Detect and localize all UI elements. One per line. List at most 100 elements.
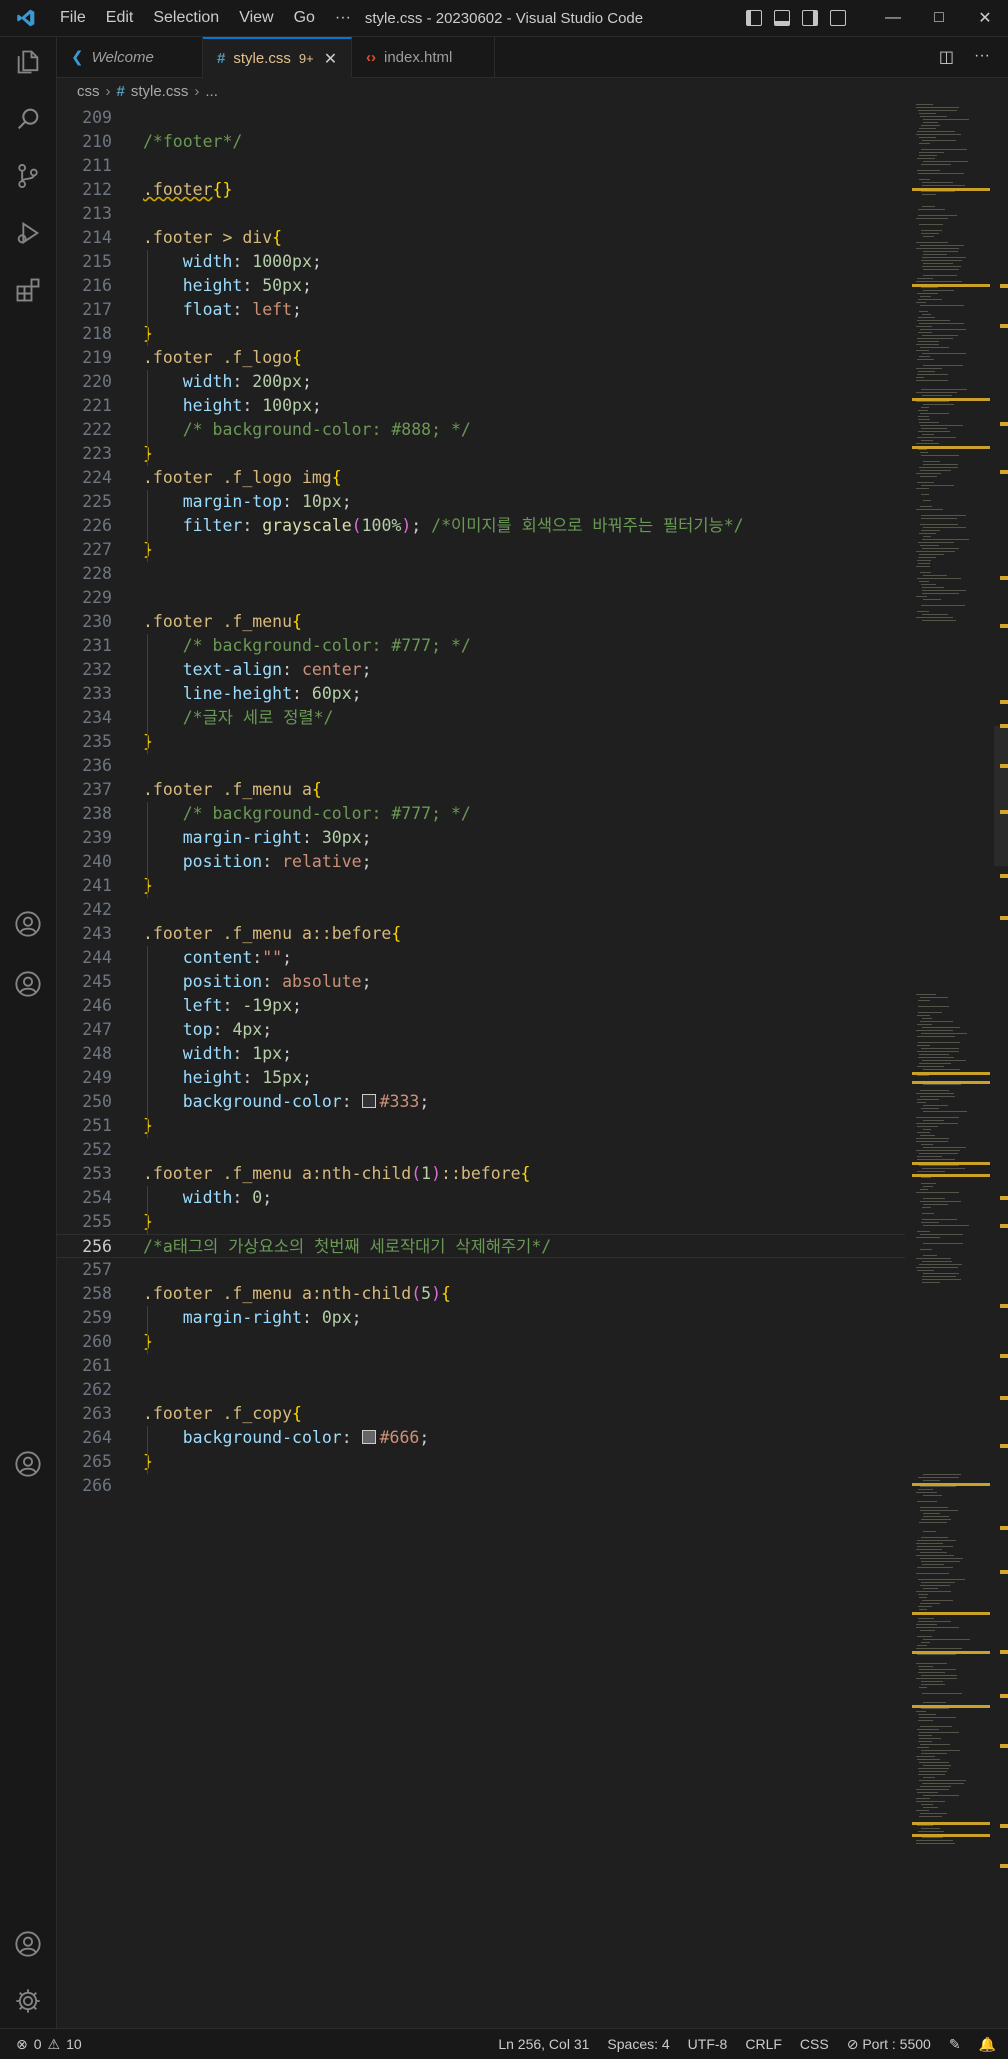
manage-gear-icon[interactable] bbox=[0, 1976, 56, 2026]
code-line[interactable]: 234 /*글자 세로 정렬*/ bbox=[57, 706, 907, 730]
code-line[interactable]: 236 bbox=[57, 754, 907, 778]
account-icon[interactable] bbox=[0, 1439, 56, 1489]
code-line[interactable]: 220 width: 200px; bbox=[57, 370, 907, 394]
encoding[interactable]: UTF-8 bbox=[688, 2036, 728, 2052]
breadcrumb-more[interactable]: ... bbox=[205, 83, 218, 100]
code-line[interactable]: 245 position: absolute; bbox=[57, 970, 907, 994]
more-actions-icon[interactable]: ··· bbox=[974, 47, 990, 67]
account-icon[interactable] bbox=[0, 899, 56, 949]
code-line[interactable]: 263 .footer .f_copy{ bbox=[57, 1402, 907, 1426]
code-line[interactable]: 259 margin-right: 0px; bbox=[57, 1306, 907, 1330]
feedback-icon[interactable]: ✎ bbox=[949, 2036, 961, 2053]
code-editor[interactable]: 209 210 /*footer*/ 211 212 .footer{} 213 214 .fo… bbox=[57, 104, 1008, 2028]
code-line[interactable]: 231 /* background-color: #777; */ bbox=[57, 634, 907, 658]
code-line[interactable]: 233 line-height: 60px; bbox=[57, 682, 907, 706]
tab-welcome[interactable]: ❮ Welcome bbox=[57, 37, 203, 77]
tab-index-html[interactable]: ‹› index.html bbox=[352, 37, 495, 77]
code-line[interactable]: 223} bbox=[57, 442, 907, 466]
code-line[interactable]: 221 height: 100px; bbox=[57, 394, 907, 418]
end-of-line[interactable]: CRLF bbox=[745, 2036, 782, 2052]
code-line[interactable]: 215 width: 1000px; bbox=[57, 250, 907, 274]
code-line[interactable]: 232 text-align: center; bbox=[57, 658, 907, 682]
code-line[interactable]: 217 float: left; bbox=[57, 298, 907, 322]
cursor-position[interactable]: Ln 256, Col 31 bbox=[498, 2036, 589, 2052]
code-line[interactable]: 266 bbox=[57, 1474, 907, 1498]
tab-style-css[interactable]: # style.css 9+ ✕ bbox=[203, 37, 352, 78]
extensions-icon[interactable] bbox=[0, 265, 56, 315]
code-line[interactable]: 219 .footer .f_logo{ bbox=[57, 346, 907, 370]
minimap[interactable] bbox=[912, 104, 992, 2028]
toggle-primary-sidebar-icon[interactable] bbox=[746, 10, 762, 26]
menu-more[interactable]: ··· bbox=[325, 0, 361, 36]
menu-view[interactable]: View bbox=[229, 0, 283, 36]
menu-go[interactable]: Go bbox=[284, 0, 325, 36]
code-line[interactable]: 240 position: relative; bbox=[57, 850, 907, 874]
code-line[interactable]: 210 /*footer*/ bbox=[57, 130, 907, 154]
menu-file[interactable]: File bbox=[50, 0, 96, 36]
breadcrumb-file[interactable]: style.css bbox=[131, 83, 189, 100]
code-line[interactable]: 226 filter: grayscale(100%); /*이미지를 회색으로… bbox=[57, 514, 907, 538]
color-swatch-icon[interactable] bbox=[361, 1430, 376, 1444]
code-line[interactable]: 247 top: 4px; bbox=[57, 1018, 907, 1042]
code-line[interactable]: 216 height: 50px; bbox=[57, 274, 907, 298]
minimize-button[interactable]: — bbox=[870, 0, 916, 36]
close-tab-icon[interactable]: ✕ bbox=[324, 49, 337, 69]
toggle-secondary-sidebar-icon[interactable] bbox=[802, 10, 818, 26]
indentation[interactable]: Spaces: 4 bbox=[607, 2036, 669, 2052]
code-line[interactable]: 242 bbox=[57, 898, 907, 922]
code-line[interactable]: 213 bbox=[57, 202, 907, 226]
code-line[interactable]: 265} bbox=[57, 1450, 907, 1474]
customize-layout-icon[interactable] bbox=[830, 10, 846, 26]
code-line[interactable]: 249 height: 15px; bbox=[57, 1066, 907, 1090]
maximize-button[interactable]: □ bbox=[916, 0, 962, 36]
notifications-bell-icon[interactable]: 🔔 bbox=[979, 2036, 996, 2053]
code-line[interactable]: 214 .footer > div{ bbox=[57, 226, 907, 250]
split-editor-icon[interactable]: ◫ bbox=[939, 47, 954, 67]
code-line[interactable]: 253 .footer .f_menu a:nth-child(1)::befor… bbox=[57, 1162, 907, 1186]
code-line[interactable]: 257 bbox=[57, 1258, 907, 1282]
code-line[interactable]: 252 bbox=[57, 1138, 907, 1162]
breadcrumb-folder[interactable]: css bbox=[77, 83, 100, 100]
code-line[interactable]: 261 bbox=[57, 1354, 907, 1378]
toggle-panel-icon[interactable] bbox=[774, 10, 790, 26]
search-icon[interactable] bbox=[0, 94, 56, 144]
code-line[interactable]: 225 margin-top: 10px; bbox=[57, 490, 907, 514]
code-line[interactable]: 264 background-color: #666; bbox=[57, 1426, 907, 1450]
code-line[interactable]: 246 left: -19px; bbox=[57, 994, 907, 1018]
close-window-button[interactable]: ✕ bbox=[962, 0, 1008, 36]
account-icon[interactable] bbox=[0, 1919, 56, 1969]
code-line[interactable]: 222 /* background-color: #888; */ bbox=[57, 418, 907, 442]
code-line[interactable]: 255} bbox=[57, 1210, 907, 1234]
code-line[interactable]: 243 .footer .f_menu a::before{ bbox=[57, 922, 907, 946]
code-line[interactable]: 254 width: 0; bbox=[57, 1186, 907, 1210]
code-line[interactable]: 212 .footer{} bbox=[57, 178, 907, 202]
menu-edit[interactable]: Edit bbox=[96, 0, 144, 36]
code-line[interactable]: 230 .footer .f_menu{ bbox=[57, 610, 907, 634]
code-line[interactable]: 235} bbox=[57, 730, 907, 754]
code-line[interactable]: 258 .footer .f_menu a:nth-child(5){ bbox=[57, 1282, 907, 1306]
code-line[interactable]: 241} bbox=[57, 874, 907, 898]
source-control-icon[interactable] bbox=[0, 151, 56, 201]
code-line[interactable]: 262 bbox=[57, 1378, 907, 1402]
code-line[interactable]: 260} bbox=[57, 1330, 907, 1354]
code-line[interactable]: 218} bbox=[57, 322, 907, 346]
code-line[interactable]: 228 bbox=[57, 562, 907, 586]
code-line[interactable]: 237 .footer .f_menu a{ bbox=[57, 778, 907, 802]
code-line[interactable]: 250 background-color: #333; bbox=[57, 1090, 907, 1114]
code-line[interactable]: 227} bbox=[57, 538, 907, 562]
code-line[interactable]: 229 bbox=[57, 586, 907, 610]
code-line[interactable]: 211 bbox=[57, 154, 907, 178]
code-line[interactable]: 238 /* background-color: #777; */ bbox=[57, 802, 907, 826]
live-server-port[interactable]: ⊘ Port : 5500 bbox=[847, 2036, 931, 2053]
run-debug-icon[interactable] bbox=[0, 208, 56, 258]
menu-selection[interactable]: Selection bbox=[143, 0, 229, 36]
explorer-icon[interactable] bbox=[0, 37, 56, 87]
code-line[interactable]: 209 bbox=[57, 106, 907, 130]
code-line[interactable]: 248 width: 1px; bbox=[57, 1042, 907, 1066]
code-line[interactable]: 256 /*a태그의 가상요소의 첫번째 세로작대기 삭제해주기*/ bbox=[57, 1234, 905, 1258]
problems-indicator[interactable]: ⊗ 0 ⚠ 10 bbox=[16, 2029, 82, 2059]
color-swatch-icon[interactable] bbox=[361, 1094, 376, 1108]
code-line[interactable]: 244 content:""; bbox=[57, 946, 907, 970]
code-line[interactable]: 239 margin-right: 30px; bbox=[57, 826, 907, 850]
code-line[interactable]: 251} bbox=[57, 1114, 907, 1138]
